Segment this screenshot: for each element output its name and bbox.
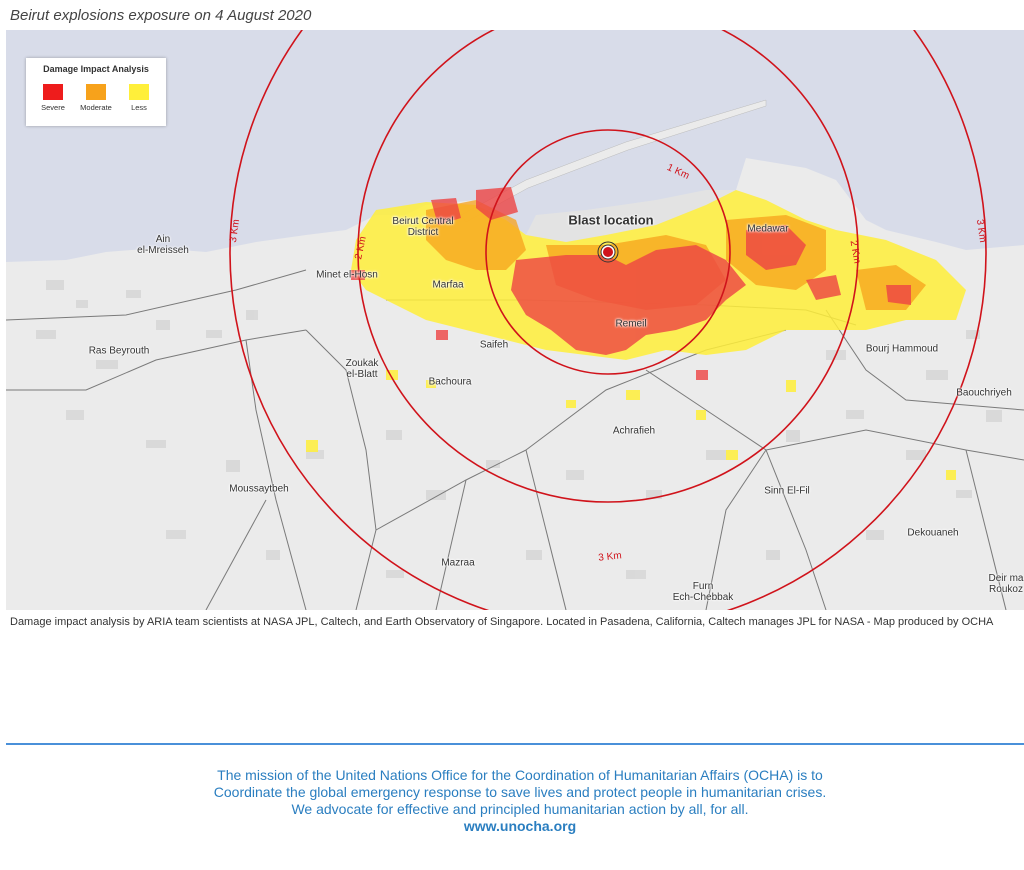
map-legend: Damage Impact Analysis Severe Moderate L… xyxy=(26,58,166,126)
legend-label-severe: Severe xyxy=(41,103,65,112)
footer-url-link[interactable]: www.unocha.org xyxy=(0,818,1024,835)
legend-item-moderate: Moderate xyxy=(74,84,118,112)
place-marfaa: Marfaa xyxy=(432,279,464,291)
place-baouchriyeh: Baouchriyeh xyxy=(956,387,1012,399)
legend-item-severe: Severe xyxy=(31,84,75,112)
legend-item-less: Less xyxy=(117,84,161,112)
legend-label-less: Less xyxy=(131,103,147,112)
legend-swatch-severe xyxy=(43,84,63,100)
place-zoukak-el-blatt: Zoukak el-Blatt xyxy=(345,358,379,380)
place-bachoura: Bachoura xyxy=(428,376,472,388)
ocha-mission-footer: The mission of the United Nations Office… xyxy=(0,767,1024,835)
footer-divider xyxy=(6,743,1024,745)
map-title: Beirut explosions exposure on 4 August 2… xyxy=(10,7,312,24)
place-achrafieh: Achrafieh xyxy=(612,425,656,437)
legend-swatch-moderate xyxy=(86,84,106,100)
place-minet-el-hosn: Minet el-Hosn xyxy=(316,269,378,281)
place-bourj-hammoud: Bourj Hammoud xyxy=(865,343,939,355)
blast-location-label: Blast location xyxy=(568,212,654,228)
place-ras-beyrouth: Ras Beyrouth xyxy=(88,345,150,357)
place-medawar: Medawar xyxy=(747,223,789,235)
place-furn-ech-chebbak: Furn Ech-Chebbak xyxy=(672,581,734,603)
blast-marker xyxy=(597,241,619,263)
legend-title: Damage Impact Analysis xyxy=(43,64,149,74)
place-saifeh: Saifeh xyxy=(479,339,509,351)
footer-line-2: Coordinate the global emergency response… xyxy=(213,784,827,800)
place-remeil: Remeil xyxy=(615,318,647,330)
footer-line-1: The mission of the United Nations Office… xyxy=(217,767,823,783)
footer-line-3: We advocate for effective and principled… xyxy=(291,801,749,817)
map-caption: Damage impact analysis by ARIA team scie… xyxy=(10,616,994,628)
place-dekouaneh: Dekouaneh xyxy=(907,527,959,539)
legend-label-moderate: Moderate xyxy=(80,103,112,112)
place-moussaytbeh: Moussaytbeh xyxy=(229,483,289,495)
place-deir-roukoz: Deir ma Roukoz xyxy=(988,573,1024,595)
place-ain-el-mreisseh: Ain el-Mreisseh xyxy=(137,234,189,256)
legend-swatch-less xyxy=(129,84,149,100)
place-mazraa: Mazraa xyxy=(441,557,475,569)
place-sinn-el-fil: Sinn El-Fil xyxy=(764,485,810,497)
place-beirut-central-district: Beirut Central District xyxy=(392,216,454,238)
